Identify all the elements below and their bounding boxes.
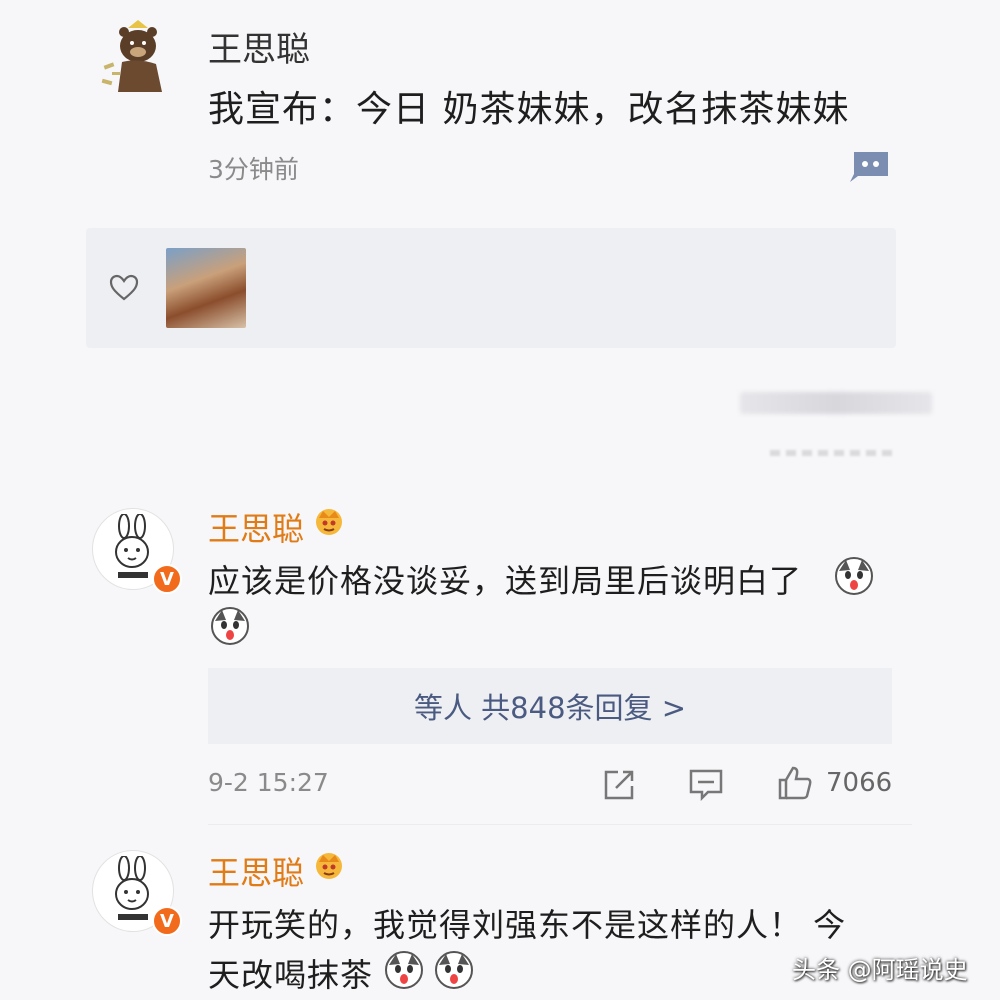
- comment-text-line: 开玩笑的，我觉得刘强东不是这样的人！ 今: [208, 906, 847, 944]
- blurred-text: [770, 450, 892, 456]
- verified-icon: V: [152, 906, 182, 936]
- post-text: 我宣布：今日 奶茶妹妹，改名抹茶妹妹: [208, 89, 850, 130]
- post-author-name[interactable]: 王思聪: [208, 22, 310, 71]
- verified-icon: V: [152, 564, 182, 594]
- like-count: 7066: [826, 768, 893, 798]
- comment-text-line: 天改喝抹茶: [208, 956, 374, 994]
- crown-icon: [312, 850, 346, 880]
- comment-text: 应该是价格没谈妥，送到局里后谈明白了: [208, 562, 803, 600]
- comment-timestamp: 9-2 15:27: [208, 768, 329, 797]
- comment-author-name[interactable]: 王思聪: [208, 504, 304, 550]
- watermark: 头条 @阿瑶说史: [792, 956, 968, 984]
- husky-emoji-icon: [834, 556, 874, 596]
- bear-avatar-icon: [101, 20, 162, 92]
- comment-author-name[interactable]: 王思聪: [208, 848, 304, 894]
- husky-emoji-icon: [384, 950, 424, 990]
- media-thumbnail[interactable]: [166, 248, 246, 328]
- divider: [208, 824, 912, 825]
- husky-emoji-icon: [210, 606, 250, 646]
- post-timestamp: 3分钟前: [208, 155, 299, 184]
- blurred-text: [740, 392, 932, 414]
- crown-icon: [312, 506, 346, 536]
- comment-bubble-icon[interactable]: [848, 150, 892, 184]
- share-icon[interactable]: [602, 768, 638, 802]
- comment-icon[interactable]: [688, 768, 724, 802]
- heart-icon[interactable]: [108, 272, 140, 304]
- husky-emoji-icon: [434, 950, 474, 990]
- post-avatar[interactable]: [98, 18, 178, 98]
- thumbs-up-icon[interactable]: [776, 764, 814, 802]
- view-replies-link[interactable]: 等人 共848条回复 >: [208, 668, 892, 744]
